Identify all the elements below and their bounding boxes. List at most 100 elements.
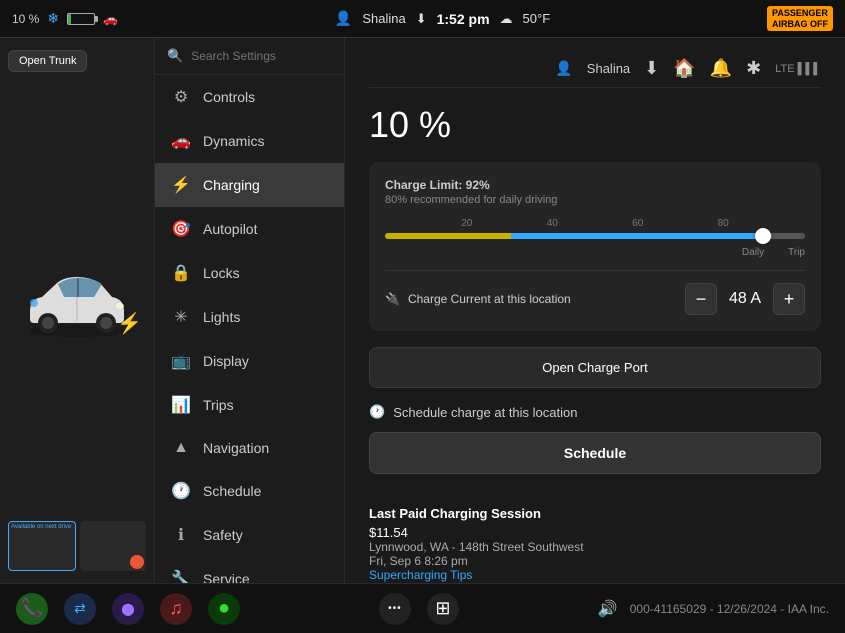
safety-icon: ℹ [171,525,191,545]
last-session-date: Fri, Sep 6 8:26 pm [369,554,821,568]
charge-current-row: 🔌 Charge Current at this location − 48 A… [385,283,805,315]
sidebar-item-lights[interactable]: ✳ Lights [155,295,344,339]
divider [385,270,805,271]
lights-icon: ✳ [171,307,191,327]
slider-labels: Daily Trip [385,247,805,258]
music-icon: ♫ [169,598,183,619]
sidebar-label-schedule: Schedule [203,483,261,499]
last-session-location: Lynnwood, WA - 148th Street Southwest [369,540,821,554]
sidebar-item-controls[interactable]: ⚙ Controls [155,75,344,119]
schedule-header: 🕐 Schedule charge at this location [369,404,821,420]
temperature: 50°F [523,11,551,26]
clock: 1:52 pm [437,11,490,27]
sidebar-label-display: Display [203,353,249,369]
sidebar-label-trips: Trips [203,397,234,413]
phone-button[interactable]: 📞 [16,593,48,625]
taskbar-left: 📞 ⇄ ⬤ ♫ ● [16,593,240,625]
dynamics-icon: 🚗 [171,131,191,151]
sidebar-item-navigation[interactable]: ▲ Navigation [155,427,344,469]
download-status-icon: ⬇ [416,11,427,27]
schedule-clock-icon: 🕐 [369,404,385,420]
copyright-text: 000-41165029 - 12/26/2024 - IAA Inc. [630,602,829,616]
bottom-thumbnails: Available on next drive ! [8,521,146,571]
content-panel: 👤 Shalina ⬇ 🏠 🔔 ✱ LTE ▌▌▌ 10 % Charge Li… [345,38,845,583]
last-session-amount: $11.54 [369,525,821,540]
circle-icon: ⬤ [121,602,134,616]
charge-slider[interactable] [385,233,805,239]
header-download-icon: ⬇ [644,58,659,79]
taskbar-center: ••• ⊞ [379,593,459,625]
airbag-badge: PASSENGER AIRBAG OFF [767,6,833,32]
main-area: Open Trunk [0,38,845,583]
sidebar-label-navigation: Navigation [203,440,269,456]
car-image-container [22,80,132,521]
sidebar-item-trips[interactable]: 📊 Trips [155,383,344,427]
slider-thumb[interactable] [755,228,771,244]
schedule-icon: 🕐 [171,481,191,501]
decrease-current-button[interactable]: − [685,283,717,315]
app-button[interactable]: ⬤ [112,593,144,625]
charge-current-label: 🔌 Charge Current at this location [385,292,571,306]
header-home-icon[interactable]: 🏠 [673,58,695,79]
header-icons: 👤 Shalina ⬇ 🏠 🔔 ✱ LTE ▌▌▌ [555,58,821,79]
phone-icon: 📞 [21,598,43,619]
service-icon: 🔧 [171,569,191,583]
charge-current-control: − 48 A + [685,283,805,315]
header-name: Shalina [587,61,630,76]
charge-plug-icon: 🔌 [385,292,400,306]
header-bluetooth-icon: ✱ [746,58,761,79]
charge-current-value: 48 A [729,290,761,308]
battery-percent: 10 % [12,12,39,26]
autopilot-icon: 🎯 [171,219,191,239]
slider-markers: 20 40 60 80 [385,218,805,229]
status-bar: 10 % ❄ 🚗 👤 Shalina ⬇ 1:52 pm ☁ 50°F PASS… [0,0,845,38]
open-charge-port-button[interactable]: Open Charge Port [369,347,821,388]
sidebar-item-locks[interactable]: 🔒 Locks [155,251,344,295]
settings-sidebar: 🔍 ⚙ Controls 🚗 Dynamics ⚡ Charging 🎯 Aut… [155,38,345,583]
dots-button[interactable]: ••• [379,593,411,625]
status-left: 10 % ❄ 🚗 [12,10,118,27]
last-session-title: Last Paid Charging Session [369,506,821,521]
volume-icon[interactable]: 🔊 [598,599,618,619]
increase-current-button[interactable]: + [773,283,805,315]
sidebar-item-charging[interactable]: ⚡ Charging [155,163,344,207]
thumbnail-2: ! [80,521,146,571]
header-bell-icon[interactable]: 🔔 [710,58,732,79]
taskbar-right: 🔊 000-41165029 - 12/26/2024 - IAA Inc. [598,599,829,619]
charge-limit-label: Charge Limit: 92% [385,178,805,192]
charge-percentage: 10 % [369,104,821,146]
battery-bar [67,13,95,25]
sidebar-item-display[interactable]: 📺 Display [155,339,344,383]
daily-label: Daily [742,247,764,258]
sidebar-item-safety[interactable]: ℹ Safety [155,513,344,557]
grid-icon: ⊞ [435,598,450,619]
open-trunk-button[interactable]: Open Trunk [8,50,87,72]
nav-items-list: ⚙ Controls 🚗 Dynamics ⚡ Charging 🎯 Autop… [155,75,344,583]
sidebar-item-autopilot[interactable]: 🎯 Autopilot [155,207,344,251]
shuffle-button[interactable]: ⇄ [64,593,96,625]
driver-person-icon: 👤 [335,10,352,27]
status-right: PASSENGER AIRBAG OFF [767,6,833,32]
sidebar-label-safety: Safety [203,527,243,543]
charge-limit-sub: 80% recommended for daily driving [385,194,805,206]
sidebar-item-dynamics[interactable]: 🚗 Dynamics [155,119,344,163]
schedule-button[interactable]: Schedule [369,432,821,474]
sidebar-label-locks: Locks [203,265,240,281]
search-input[interactable] [191,49,346,63]
header-person-icon: 👤 [555,60,572,77]
display-icon: 📺 [171,351,191,371]
charge-card: Charge Limit: 92% 80% recommended for da… [369,162,821,331]
driver-name-status: Shalina [362,11,405,26]
music-button[interactable]: ♫ [160,593,192,625]
spotify-button[interactable]: ● [208,593,240,625]
sidebar-item-schedule[interactable]: 🕐 Schedule [155,469,344,513]
sidebar-label-lights: Lights [203,309,240,325]
search-icon: 🔍 [167,48,183,64]
thumbnail-1: Available on next drive [8,521,76,571]
trunk-area-icon: 🚗 [103,12,118,26]
available-text: Available on next drive [11,524,71,531]
sidebar-item-service[interactable]: 🔧 Service [155,557,344,583]
shuffle-icon: ⇄ [74,600,86,617]
grid-button[interactable]: ⊞ [427,593,459,625]
supercharging-tips-link[interactable]: Supercharging Tips [369,568,821,582]
